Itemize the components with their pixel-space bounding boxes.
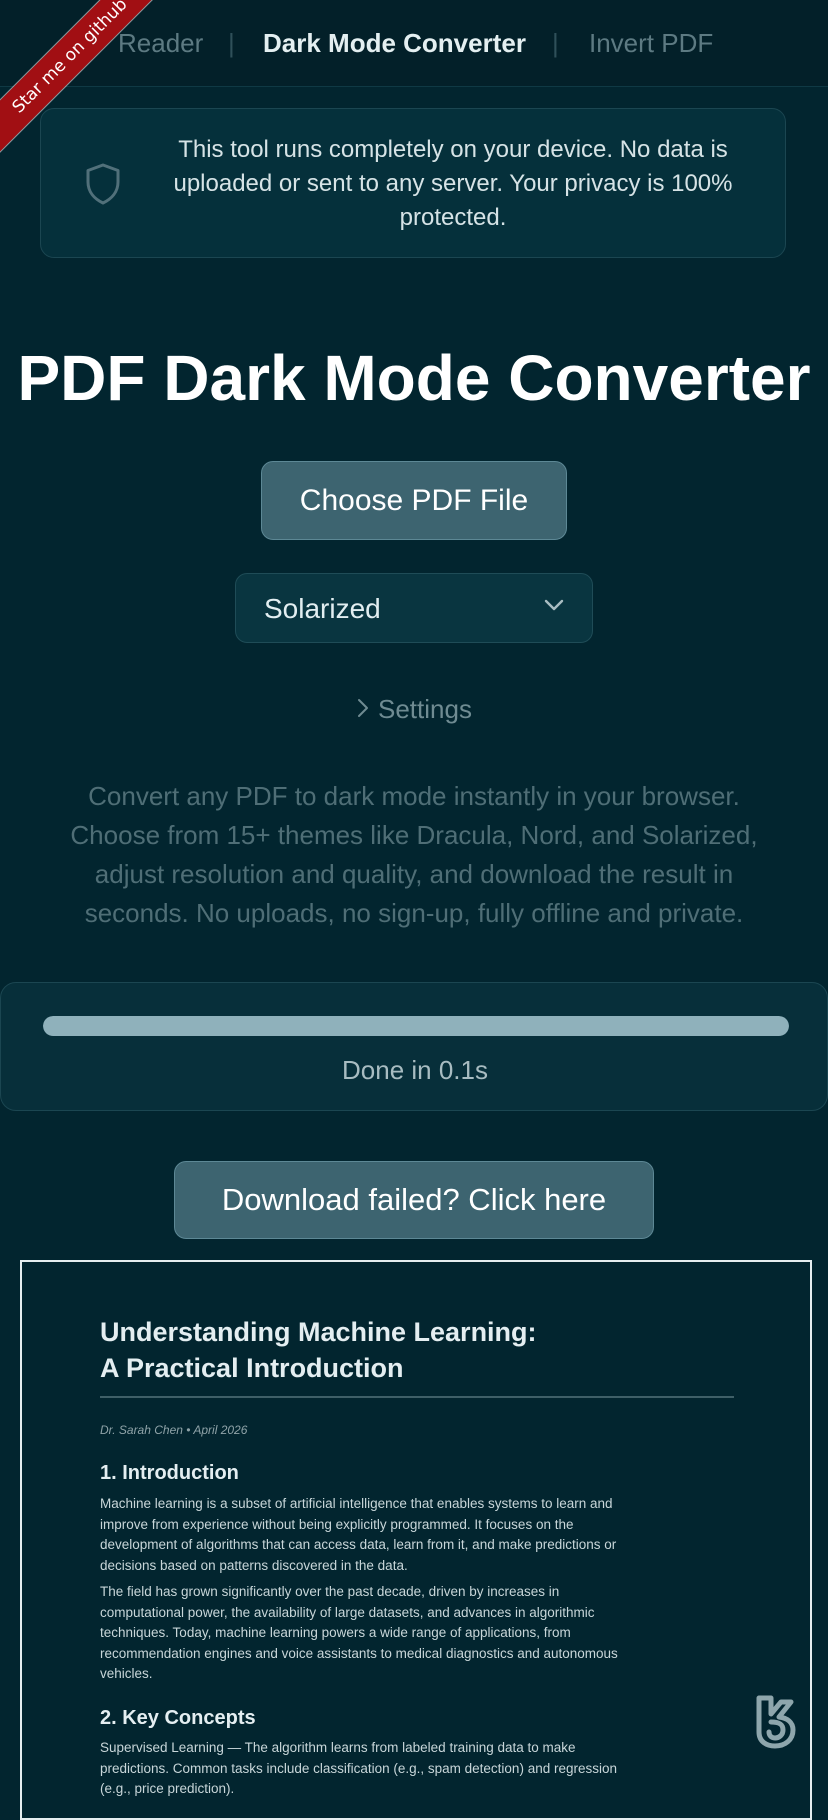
settings-label: Settings (378, 694, 472, 724)
nav-item-invert-pdf[interactable]: Invert PDF (589, 26, 713, 60)
pdf-preview[interactable]: Understanding Machine Learning: A Practi… (20, 1260, 812, 1820)
download-fallback-button[interactable]: Download failed? Click here (174, 1161, 654, 1239)
progress-status: Done in 0.1s (342, 1055, 488, 1085)
chevron-down-icon (544, 599, 564, 611)
page-title: PDF Dark Mode Converter (17, 342, 811, 414)
settings-toggle[interactable]: Settings (356, 692, 472, 726)
chevron-right-icon (358, 699, 368, 718)
theme-select-value: Solarized (264, 593, 381, 624)
preview-doc-title: Understanding Machine Learning: A Practi… (100, 1314, 700, 1386)
progress-bar (43, 1016, 789, 1036)
preview-paragraph: Supervised Learning — The algorithm lear… (100, 1740, 617, 1796)
preview-section-heading: 1. Introduction (100, 1462, 239, 1484)
preview-title-line-2: A Practical Introduction (100, 1353, 404, 1383)
preview-paragraph: Machine learning is a subset of artifici… (100, 1496, 617, 1573)
shield-icon (86, 163, 120, 205)
progress-card: Done in 0.1s (0, 982, 828, 1111)
preview-section-heading: 2. Key Concepts (100, 1707, 256, 1729)
choose-pdf-button[interactable]: Choose PDF File (261, 461, 567, 540)
theme-select[interactable]: Solarized (235, 573, 593, 643)
nav-separator: | (552, 28, 559, 58)
privacy-text: This tool runs completely on your device… (173, 136, 733, 231)
preview-divider (100, 1396, 734, 1398)
nav-item-dark-mode-converter[interactable]: Dark Mode Converter (263, 26, 526, 60)
preview-paragraph: The field has grown significantly over t… (100, 1584, 618, 1681)
preview-title-line-1: Understanding Machine Learning: (100, 1317, 537, 1347)
preview-meta: Dr. Sarah Chen • April 2026 (100, 1423, 248, 1437)
app-logo-icon (756, 1695, 796, 1749)
page-description: Convert any PDF to dark mode instantly i… (70, 781, 758, 928)
privacy-notice: This tool runs completely on your device… (40, 108, 786, 258)
nav-separator: | (228, 28, 235, 58)
progress-fill (43, 1016, 789, 1036)
